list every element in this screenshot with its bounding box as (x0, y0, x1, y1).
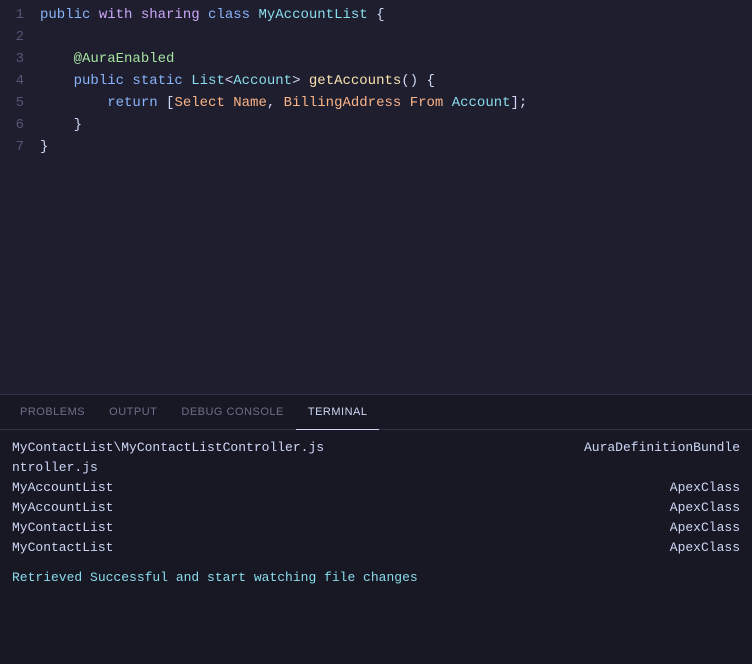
line-content: } (40, 114, 82, 136)
code-line: 7} (0, 136, 752, 158)
line-number: 6 (0, 114, 40, 136)
line-number: 3 (0, 48, 40, 70)
terminal-row-left: MyAccountList (12, 498, 650, 518)
line-content: public with sharing class MyAccountList … (40, 4, 385, 26)
terminal-row-left: MyContactList\MyContactListController.js (12, 438, 564, 458)
terminal-row: MyContactList ApexClass (12, 518, 740, 538)
code-editor: 1public with sharing class MyAccountList… (0, 0, 752, 394)
panel-tab-debug-console[interactable]: DEBUG CONSOLE (169, 395, 295, 430)
terminal-row-right: AuraDefinitionBundle (584, 438, 740, 458)
line-number: 5 (0, 92, 40, 114)
terminal-success-message: Retrieved Successful and start watching … (12, 568, 740, 588)
terminal-row-left: ntroller.js (12, 458, 720, 478)
terminal-row-right: ApexClass (670, 478, 740, 498)
line-number: 1 (0, 4, 40, 26)
terminal-row: MyContactList ApexClass (12, 538, 740, 558)
line-content: public static List<Account> getAccounts(… (40, 70, 435, 92)
line-content: return [Select Name, BillingAddress From… (40, 92, 527, 114)
terminal-row-right: ApexClass (670, 538, 740, 558)
code-line: 4 public static List<Account> getAccount… (0, 70, 752, 92)
line-number: 2 (0, 26, 40, 48)
code-line: 2 (0, 26, 752, 48)
code-line: 1public with sharing class MyAccountList… (0, 4, 752, 26)
terminal-row-right: ApexClass (670, 518, 740, 538)
terminal-row-right: ApexClass (670, 498, 740, 518)
terminal-row-left: MyAccountList (12, 478, 650, 498)
line-content: } (40, 136, 48, 158)
code-lines: 1public with sharing class MyAccountList… (0, 0, 752, 394)
terminal-row: ntroller.js (12, 458, 740, 478)
panel-tab-problems[interactable]: PROBLEMS (8, 395, 97, 430)
line-number: 4 (0, 70, 40, 92)
terminal-row-left: MyContactList (12, 538, 650, 558)
code-line: 3 @AuraEnabled (0, 48, 752, 70)
line-content: @AuraEnabled (40, 48, 174, 70)
terminal-row: MyAccountList ApexClass (12, 478, 740, 498)
terminal-content[interactable]: MyContactList\MyContactListController.js… (0, 430, 752, 664)
panel-tabs[interactable]: PROBLEMSOUTPUTDEBUG CONSOLETERMINAL (0, 395, 752, 430)
terminal-row: MyContactList\MyContactListController.js… (12, 438, 740, 458)
panel-tab-output[interactable]: OUTPUT (97, 395, 169, 430)
code-line: 5 return [Select Name, BillingAddress Fr… (0, 92, 752, 114)
line-number: 7 (0, 136, 40, 158)
panel-tab-terminal[interactable]: TERMINAL (296, 395, 380, 430)
terminal-row-left: MyContactList (12, 518, 650, 538)
code-line: 6 } (0, 114, 752, 136)
bottom-panel: PROBLEMSOUTPUTDEBUG CONSOLETERMINAL MyCo… (0, 394, 752, 664)
terminal-row: MyAccountList ApexClass (12, 498, 740, 518)
